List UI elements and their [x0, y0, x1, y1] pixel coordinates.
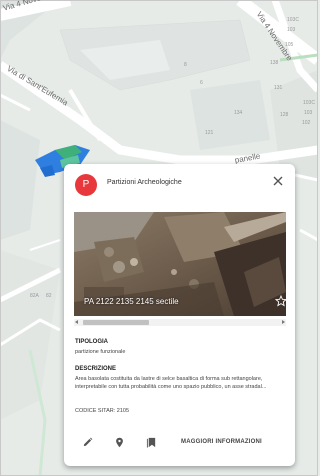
house-number: 103 — [287, 27, 296, 33]
layer-avatar: P — [75, 174, 97, 196]
card-actions: MAGGIORI INFORMAZIONI — [64, 430, 295, 454]
house-number: 82 — [46, 293, 52, 299]
codice-sitar-label: CODICE SITAR: — [75, 408, 116, 414]
house-number: 6 — [200, 80, 203, 86]
tipologia-label: TIPOLOGIA — [75, 339, 108, 345]
star-icon[interactable] — [275, 295, 286, 307]
codice-sitar-value: 2105 — [116, 408, 130, 414]
descrizione-value: Area basolata costituita da lastre di se… — [75, 376, 267, 390]
descrizione-label: DESCRIZIONE — [75, 366, 117, 372]
house-number: 103C — [303, 100, 315, 106]
edit-icon[interactable] — [82, 437, 93, 448]
feature-info-card: P Partizioni Archeologiche PA 2122 2135 … — [64, 164, 295, 466]
card-title: Partizioni Archeologiche — [107, 179, 182, 186]
house-number: 134 — [234, 110, 243, 116]
codice-sitar: CODICE SITAR: 2105 — [75, 408, 129, 416]
close-icon[interactable] — [271, 174, 285, 188]
house-number: 105 — [285, 42, 294, 48]
location-icon[interactable] — [114, 437, 125, 448]
house-number: 128 — [280, 112, 289, 118]
photo-scrollbar[interactable] — [74, 319, 286, 326]
house-number: 138 — [270, 60, 279, 66]
tipologia-value: partizione funzionale — [75, 349, 126, 355]
scroll-right-arrow-icon[interactable] — [282, 320, 285, 324]
more-info-button[interactable]: MAGGIORI INFORMAZIONI — [181, 439, 262, 445]
house-number: 103 — [304, 110, 313, 116]
house-number: 82A — [30, 293, 39, 299]
house-number: 131 — [274, 85, 283, 91]
house-number: 8 — [184, 62, 187, 68]
house-number: 103C — [287, 17, 299, 23]
feature-photo[interactable]: PA 2122 2135 2145 sectile — [74, 212, 286, 316]
scroll-left-arrow-icon[interactable] — [75, 320, 78, 324]
house-number: 121 — [205, 130, 214, 136]
card-header: P Partizioni Archeologiche — [64, 164, 295, 210]
house-number: 102 — [302, 120, 311, 126]
photo-caption: PA 2122 2135 2145 sectile — [84, 297, 179, 306]
scroll-thumb[interactable] — [83, 320, 149, 325]
bookmark-icon[interactable] — [146, 437, 157, 448]
